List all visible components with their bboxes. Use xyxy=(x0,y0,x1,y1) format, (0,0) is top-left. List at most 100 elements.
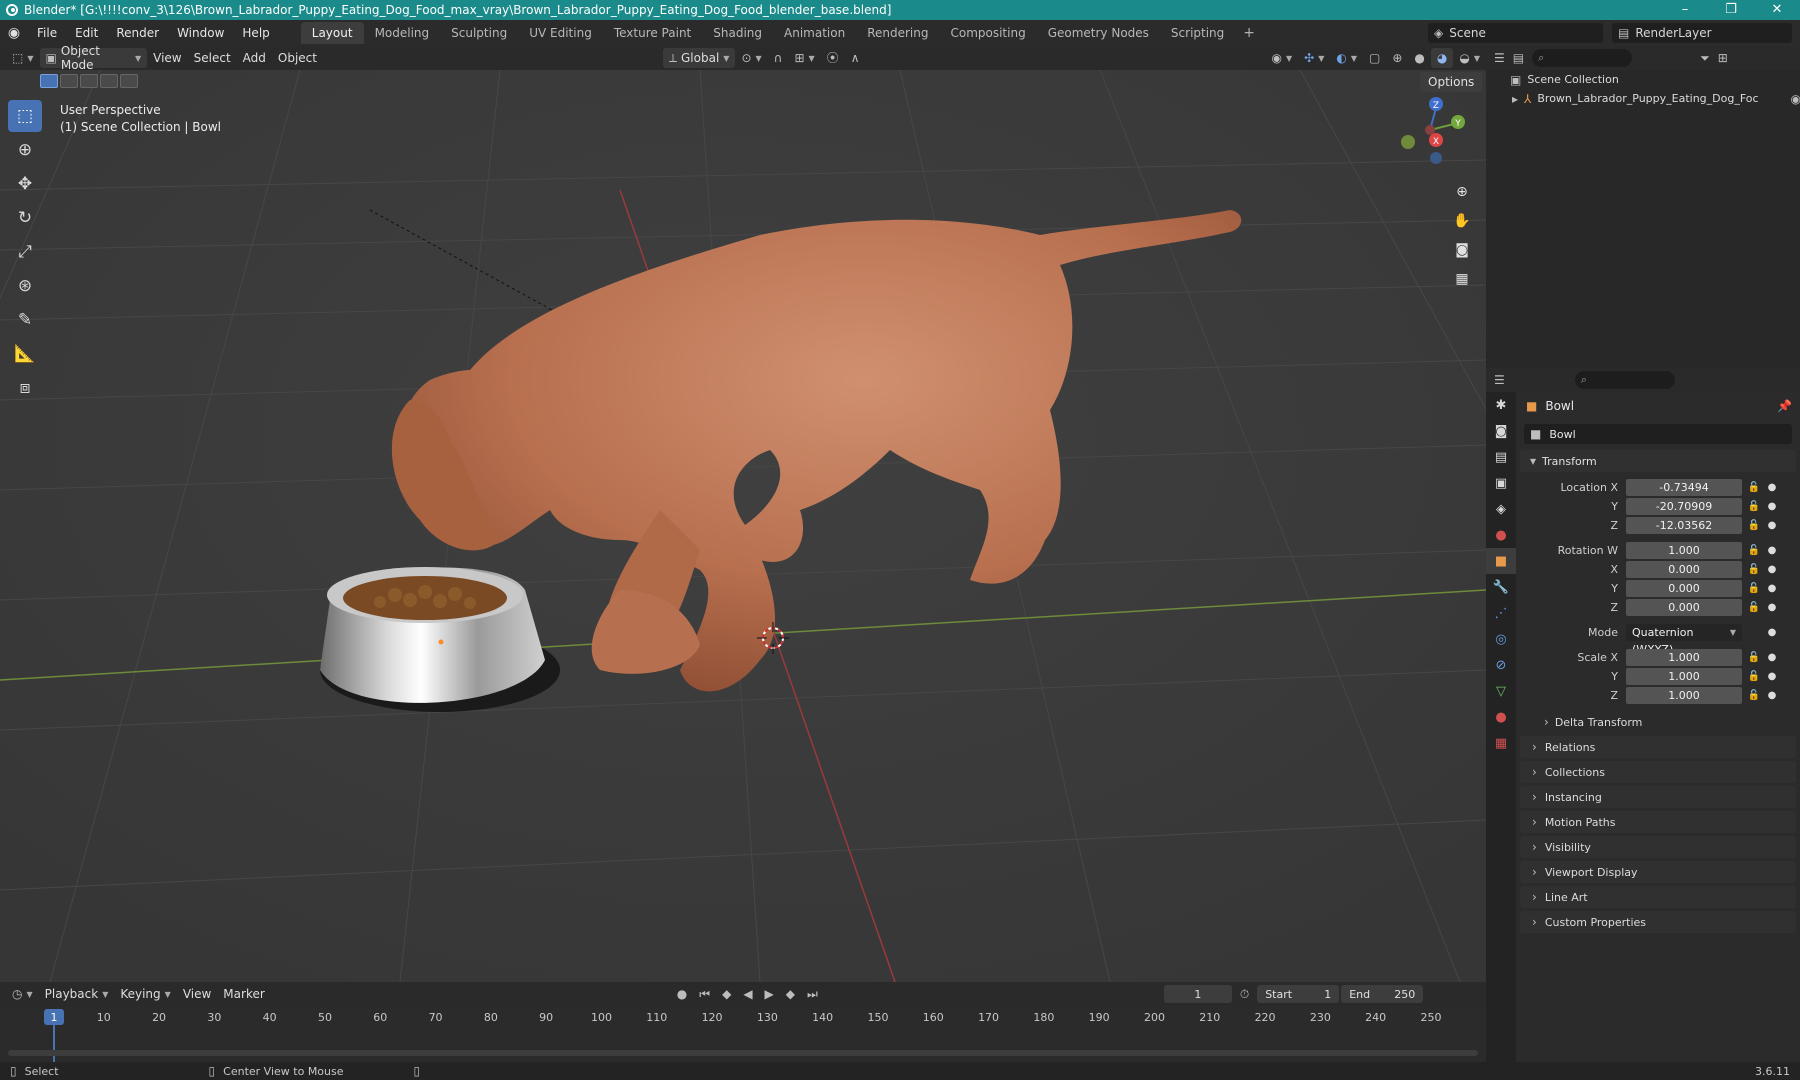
tab-sculpting[interactable]: Sculpting xyxy=(440,22,518,44)
panel-instancing[interactable]: › Instancing xyxy=(1520,786,1796,808)
tab-uv-editing[interactable]: UV Editing xyxy=(518,22,603,44)
options-dropdown[interactable]: Options xyxy=(1420,72,1483,92)
gizmo-neg-x[interactable] xyxy=(1425,125,1435,135)
viewport-menu-add[interactable]: Add xyxy=(237,48,272,68)
close-button[interactable]: ✕ xyxy=(1754,0,1800,20)
rotation-y-field[interactable]: 0.000 xyxy=(1626,580,1742,597)
menu-window[interactable]: Window xyxy=(168,20,233,46)
jump-start-button[interactable]: ⏮ xyxy=(693,984,716,1004)
tab-rendering[interactable]: Rendering xyxy=(856,22,939,44)
new-collection-icon[interactable]: ⊞ xyxy=(1718,52,1728,64)
lock-icon[interactable]: 🔓 xyxy=(1742,690,1766,701)
panel-viewport-display[interactable]: › Viewport Display xyxy=(1520,861,1796,883)
select-box-tool[interactable]: ⬚ xyxy=(8,100,42,132)
minimize-button[interactable]: – xyxy=(1662,0,1708,20)
tab-animation[interactable]: Animation xyxy=(773,22,856,44)
keyframe-dot-icon[interactable]: ● xyxy=(1766,482,1778,493)
jump-end-button[interactable]: ⏭ xyxy=(801,984,824,1004)
pin-icon[interactable]: 📌 xyxy=(1777,400,1792,412)
add-workspace-button[interactable]: + xyxy=(1235,25,1263,41)
scene-tab[interactable]: ◈ xyxy=(1486,496,1516,522)
timeline-menu-view[interactable]: View xyxy=(177,984,217,1004)
lock-icon[interactable]: 🔓 xyxy=(1742,671,1766,682)
data-tab[interactable]: ▽ xyxy=(1486,678,1516,704)
editor-type-dropdown[interactable]: ⬚ ▼ xyxy=(6,48,40,68)
lock-icon[interactable]: 🔓 xyxy=(1742,583,1766,594)
menu-edit[interactable]: Edit xyxy=(66,20,107,46)
tab-texture-paint[interactable]: Texture Paint xyxy=(603,22,702,44)
properties-editor-icon[interactable]: ☰ xyxy=(1494,374,1505,386)
output-tab[interactable]: ▤ xyxy=(1486,444,1516,470)
timeline-editor-dropdown[interactable]: ◷ ▼ xyxy=(6,984,39,1004)
maximize-button[interactable]: ❐ xyxy=(1708,0,1754,20)
gizmo-toggle[interactable]: ✣ ▼ xyxy=(1298,48,1330,68)
proportional-edit-toggle[interactable]: ⦿ xyxy=(821,48,845,68)
object-name-field[interactable]: ■ Bowl xyxy=(1524,424,1792,444)
keyframe-dot-icon[interactable]: ● xyxy=(1766,652,1778,663)
pivot-dropdown[interactable]: ⊙ ▼ xyxy=(735,48,767,68)
particles-tab[interactable]: ⋰ xyxy=(1486,600,1516,626)
shading-material[interactable]: ◕ xyxy=(1430,48,1454,68)
gizmo-neg-z[interactable] xyxy=(1430,152,1442,164)
zoom-button[interactable]: ⊕ xyxy=(1450,180,1474,204)
keyframe-dot-icon[interactable]: ● xyxy=(1766,602,1778,613)
rotate-tool[interactable]: ↻ xyxy=(8,202,42,234)
prev-keyframe-button[interactable]: ◆ xyxy=(716,984,737,1004)
keyframe-dot-icon[interactable]: ● xyxy=(1766,520,1778,531)
keyframe-dot-icon[interactable]: ● xyxy=(1766,627,1778,638)
gizmo-neg-y[interactable] xyxy=(1401,135,1415,149)
expand-arrow-icon[interactable]: ▸ xyxy=(1512,93,1518,105)
transform-panel-header[interactable]: ▾ Transform xyxy=(1520,450,1796,472)
location-z-field[interactable]: -12.03562 xyxy=(1626,517,1742,534)
display-mode-icon[interactable]: ▤ xyxy=(1513,52,1524,64)
play-button[interactable]: ▶ xyxy=(759,984,780,1004)
select-new-mode[interactable] xyxy=(40,74,58,88)
keyframe-dot-icon[interactable]: ● xyxy=(1766,671,1778,682)
scale-tool[interactable]: ⤢ xyxy=(8,236,42,268)
cursor-tool[interactable]: ⊕ xyxy=(8,134,42,166)
menu-help[interactable]: Help xyxy=(233,20,278,46)
tab-scripting[interactable]: Scripting xyxy=(1160,22,1235,44)
lock-icon[interactable]: 🔓 xyxy=(1742,501,1766,512)
auto-keying-toggle[interactable]: ● xyxy=(671,984,693,1004)
keyframe-dot-icon[interactable]: ● xyxy=(1766,564,1778,575)
texture-tab[interactable]: ▦ xyxy=(1486,730,1516,756)
location-y-field[interactable]: -20.70909 xyxy=(1626,498,1742,515)
tab-modeling[interactable]: Modeling xyxy=(364,22,441,44)
dog-bowl[interactable] xyxy=(320,567,560,712)
tab-layout[interactable]: Layout xyxy=(300,22,364,44)
scale-x-field[interactable]: 1.000 xyxy=(1626,649,1742,666)
end-frame-field[interactable]: End 250 xyxy=(1341,985,1424,1003)
outliner-editor-icon[interactable]: ☰ xyxy=(1494,52,1505,64)
start-frame-field[interactable]: Start 1 xyxy=(1257,985,1340,1003)
annotate-tool[interactable]: ✎ xyxy=(8,304,42,336)
3d-viewport[interactable]: Z Y X Options ⬚ ⊕ ✥ ↻ ⤢ ⊛ ✎ 📐 ⧈ User Per… xyxy=(0,70,1486,982)
panel-visibility[interactable]: › Visibility xyxy=(1520,836,1796,858)
move-tool[interactable]: ✥ xyxy=(8,168,42,200)
modifier-tab[interactable]: 🔧 xyxy=(1486,574,1516,600)
tab-compositing[interactable]: Compositing xyxy=(939,22,1036,44)
timeline-menu-marker[interactable]: Marker xyxy=(217,984,270,1004)
shading-solid[interactable]: ● xyxy=(1408,48,1430,68)
next-keyframe-button[interactable]: ◆ xyxy=(780,984,801,1004)
timeline-area[interactable]: 1 10 20 30 40 50 60 70 80 90 100 110 120 130 140 150 160… xyxy=(0,1006,1486,1062)
viewport-menu-object[interactable]: Object xyxy=(272,48,323,68)
material-tab[interactable]: ● xyxy=(1486,704,1516,730)
menu-file[interactable]: File xyxy=(28,20,66,46)
rotation-w-field[interactable]: 1.000 xyxy=(1626,542,1742,559)
panel-line-art[interactable]: › Line Art xyxy=(1520,886,1796,908)
transform-orientation-dropdown[interactable]: ⟂ Global ▼ xyxy=(662,48,736,68)
camera-view-button[interactable]: ◙ xyxy=(1450,238,1474,262)
outliner-search-input[interactable]: ⌕ xyxy=(1532,49,1633,67)
viewport-menu-view[interactable]: View xyxy=(147,48,187,68)
lock-icon[interactable]: 🔓 xyxy=(1742,602,1766,613)
select-intersect-mode[interactable] xyxy=(120,74,138,88)
lock-icon[interactable]: 🔓 xyxy=(1742,520,1766,531)
properties-search-input[interactable]: ⌕ xyxy=(1574,371,1675,389)
xray-toggle[interactable]: ▢ xyxy=(1363,48,1386,68)
rotation-mode-dropdown[interactable]: Quaternion (WXYZ)▼ xyxy=(1626,624,1742,656)
render-tab[interactable]: ◙ xyxy=(1486,418,1516,444)
timeline-menu-playback[interactable]: Playback ▼ xyxy=(39,984,115,1004)
mode-dropdown[interactable]: ▣ Object Mode ▼ xyxy=(39,44,148,72)
lock-icon[interactable]: 🔓 xyxy=(1742,564,1766,575)
